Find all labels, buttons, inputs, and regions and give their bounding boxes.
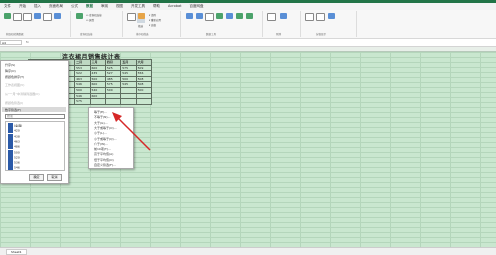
sheet-tab[interactable]: Sheet1 — [6, 249, 27, 255]
arrow-line — [117, 117, 151, 151]
annotation-arrow — [112, 112, 151, 151]
